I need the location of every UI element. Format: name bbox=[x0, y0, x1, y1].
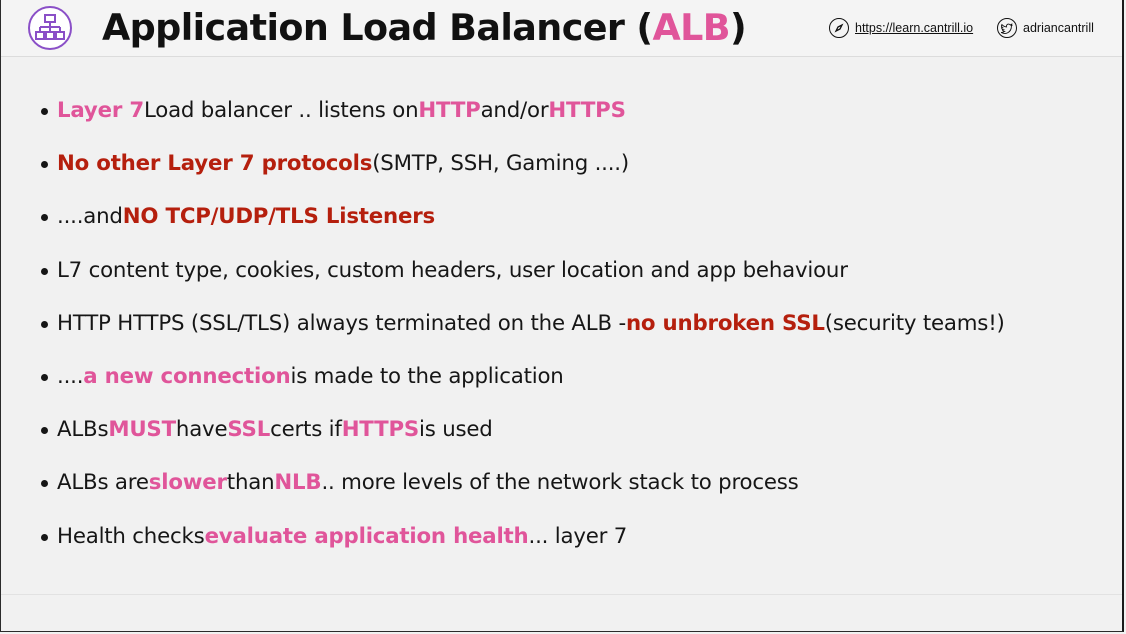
bullet-text: ... layer 7 bbox=[528, 523, 628, 549]
bullet-item: ....and NO TCP/UDP/TLS Listeners bbox=[41, 190, 1005, 243]
bullet-text: Load balancer .. listens on bbox=[143, 98, 419, 124]
highlight-text: MUST bbox=[108, 417, 176, 443]
highlight-text: no unbroken SSL bbox=[625, 310, 825, 336]
bullet-item: .... a new connection is made to the appl… bbox=[41, 350, 1005, 403]
bullet-dot bbox=[41, 320, 48, 328]
bullet-text: (SMTP, SSH, Gaming ....) bbox=[372, 151, 629, 177]
website-link[interactable]: https://learn.cantrill.io bbox=[829, 17, 973, 39]
highlight-text: HTTPS bbox=[548, 98, 626, 124]
bullet-text: (security teams!) bbox=[824, 310, 1005, 336]
bullet-text: and/or bbox=[480, 98, 549, 124]
bullet-item: Health checks evaluate application healt… bbox=[41, 510, 1005, 563]
title-main: Application Load Balancer ( bbox=[102, 6, 653, 49]
twitter-bird-icon bbox=[997, 18, 1017, 38]
bullet-dot bbox=[41, 214, 48, 222]
title-accent: ALB bbox=[652, 6, 731, 49]
twitter-link[interactable]: adriancantrill bbox=[997, 17, 1094, 39]
page-title: Application Load Balancer (ALB) bbox=[102, 4, 747, 52]
bullet-text: .. more levels of the network stack to p… bbox=[321, 470, 799, 496]
bullet-text: is made to the application bbox=[290, 364, 564, 390]
highlight-text: evaluate application health bbox=[204, 523, 529, 549]
highlight-text: SSL bbox=[227, 417, 271, 443]
bullet-dot bbox=[41, 480, 48, 488]
bullet-text: than bbox=[226, 470, 275, 496]
bullet-text: ALBs are bbox=[57, 470, 149, 496]
bullet-dot bbox=[41, 427, 48, 435]
highlight-text: a new connection bbox=[83, 364, 291, 390]
bullet-text: is used bbox=[419, 417, 493, 443]
bullet-dot bbox=[41, 161, 48, 169]
highlight-text: Layer 7 bbox=[57, 98, 144, 124]
bullet-dot bbox=[41, 108, 48, 116]
bullet-item: ALBs MUST have SSL certs if HTTPS is use… bbox=[41, 403, 1005, 456]
bullet-text: Health checks bbox=[57, 523, 205, 549]
highlight-text: HTTP bbox=[418, 98, 481, 124]
bullet-dot bbox=[41, 374, 48, 382]
highlight-text: NO TCP/UDP/TLS Listeners bbox=[122, 204, 436, 230]
bullet-text: certs if bbox=[270, 417, 342, 443]
bullet-item: No other Layer 7 protocols (SMTP, SSH, G… bbox=[41, 137, 1005, 190]
twitter-handle[interactable]: adriancantrill bbox=[1023, 21, 1094, 35]
bullet-text: have bbox=[175, 417, 228, 443]
bullet-dot bbox=[41, 267, 48, 275]
bullet-item: L7 content type, cookies, custom headers… bbox=[41, 244, 1005, 297]
bullet-item: ALBs are slower than NLB .. more levels … bbox=[41, 456, 1005, 509]
bullet-text: ALBs bbox=[57, 417, 109, 443]
bullet-item: HTTP HTTPS (SSL/TLS) always terminated o… bbox=[41, 297, 1005, 350]
highlight-text: NLB bbox=[274, 470, 322, 496]
network-hierarchy-icon bbox=[28, 6, 72, 50]
bullet-text: ....and bbox=[57, 204, 123, 230]
bullet-text: L7 content type, cookies, custom headers… bbox=[57, 257, 848, 283]
highlight-text: HTTPS bbox=[341, 417, 420, 443]
bullet-text: .... bbox=[57, 364, 84, 390]
slide-header: Application Load Balancer (ALB) https://… bbox=[1, 0, 1122, 57]
title-end: ) bbox=[730, 6, 747, 49]
slide: Application Load Balancer (ALB) https://… bbox=[0, 0, 1124, 632]
bullet-item: Layer 7 Load balancer .. listens on HTTP… bbox=[41, 84, 1005, 137]
divider bbox=[1, 594, 1122, 595]
bullet-text: HTTP HTTPS (SSL/TLS) always terminated o… bbox=[57, 310, 626, 336]
bullet-dot bbox=[41, 533, 48, 541]
compass-icon bbox=[829, 18, 849, 38]
bullet-list: Layer 7 Load balancer .. listens on HTTP… bbox=[41, 84, 1005, 563]
highlight-text: slower bbox=[148, 470, 227, 496]
website-url[interactable]: https://learn.cantrill.io bbox=[855, 21, 973, 35]
highlight-text: No other Layer 7 protocols bbox=[57, 151, 373, 177]
